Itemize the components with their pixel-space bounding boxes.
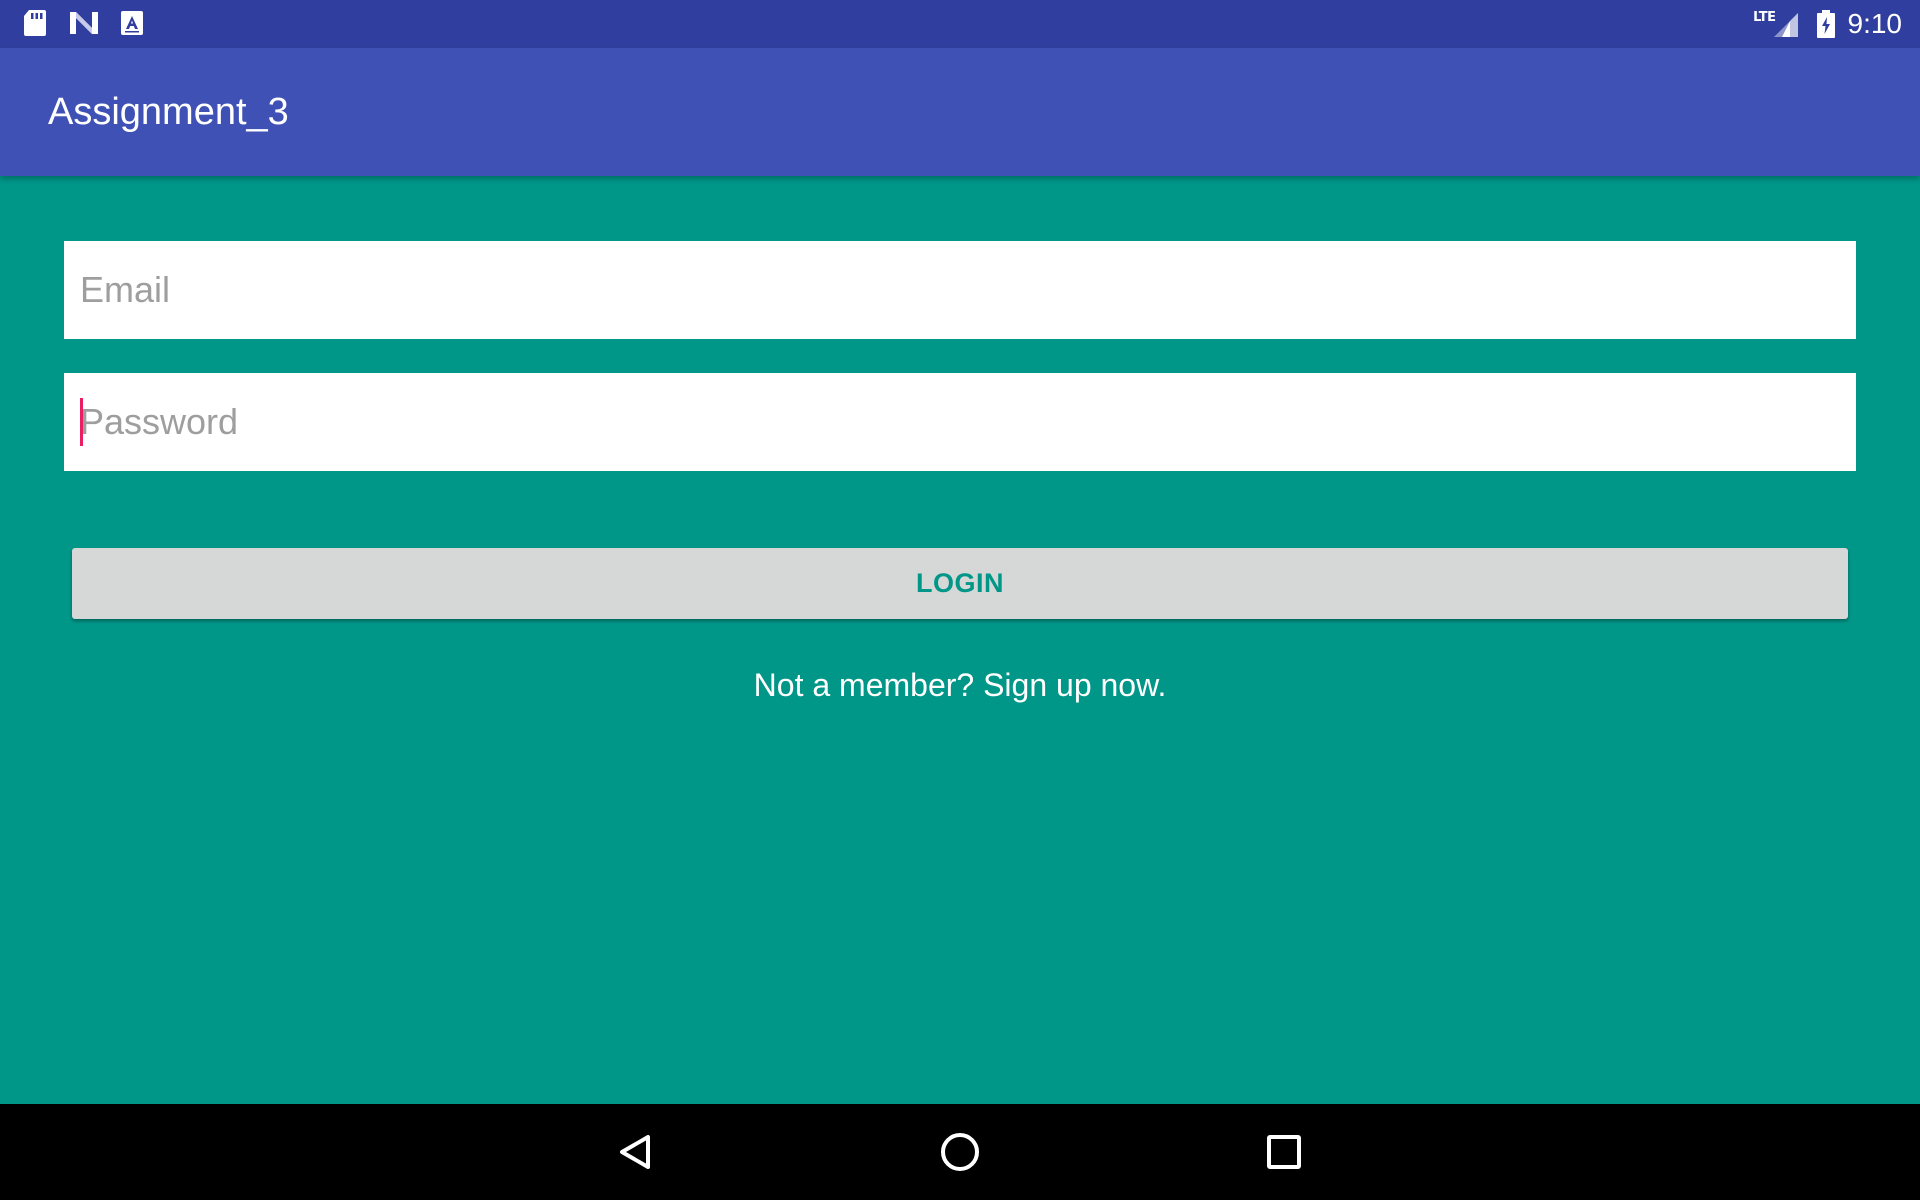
signup-link[interactable]: Not a member? Sign up now. — [0, 665, 1920, 705]
n-notification-icon — [68, 8, 100, 38]
app-title: Assignment_3 — [48, 91, 289, 133]
system-status: LTE 9:10 — [1753, 6, 1902, 42]
recents-icon[interactable] — [1256, 1124, 1312, 1180]
network-type-label: LTE — [1753, 9, 1776, 25]
navigation-bar — [0, 1104, 1920, 1200]
app-bar: Assignment_3 — [0, 48, 1920, 176]
password-field[interactable] — [64, 373, 1856, 471]
home-icon[interactable] — [932, 1124, 988, 1180]
text-cursor — [80, 398, 83, 446]
sd-card-icon — [22, 8, 48, 38]
email-field[interactable] — [64, 241, 1856, 339]
notification-icons — [22, 8, 144, 38]
back-icon[interactable] — [608, 1124, 664, 1180]
signal-strength-icon — [1772, 9, 1800, 39]
status-bar: LTE 9:10 — [0, 0, 1920, 48]
login-button[interactable]: LOGIN — [72, 548, 1848, 619]
login-screen: LTE 9:10 Assignment_3 LOGI — [0, 0, 1920, 1200]
status-clock: 9:10 — [1847, 8, 1903, 39]
a-notification-icon — [120, 8, 144, 38]
battery-charging-icon — [1816, 9, 1836, 39]
